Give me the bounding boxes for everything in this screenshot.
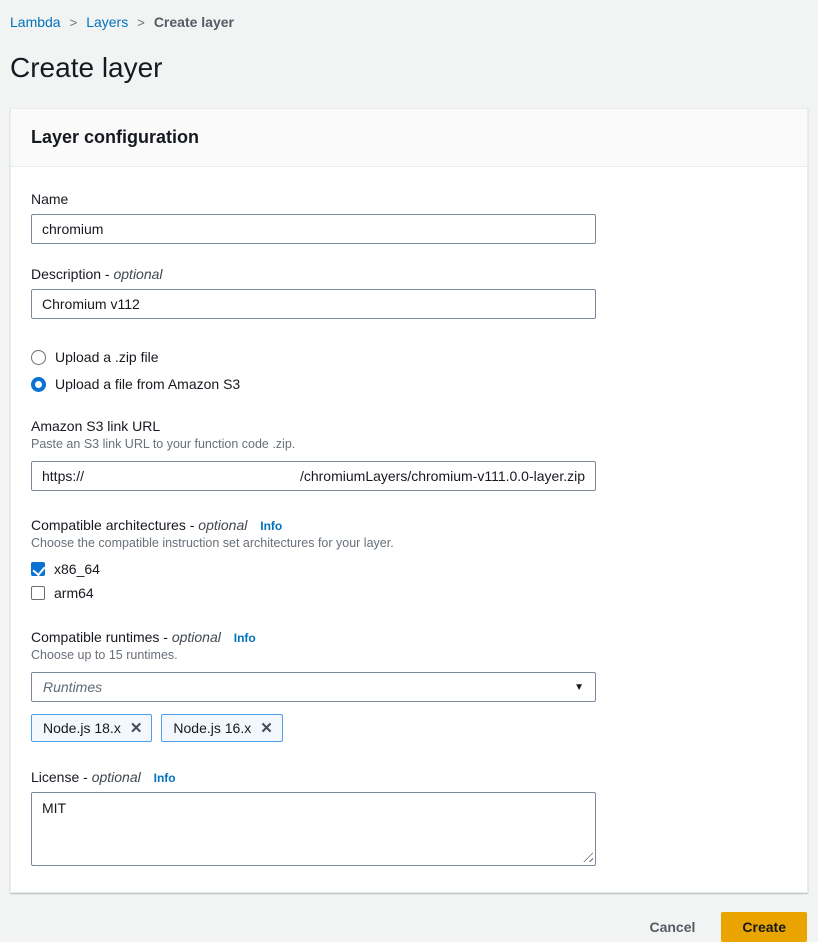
license-field-group: License - optional Info MIT bbox=[31, 769, 787, 866]
radio-upload-zip-label: Upload a .zip file bbox=[55, 349, 159, 365]
description-label: Description - optional bbox=[31, 266, 787, 282]
license-info-link[interactable]: Info bbox=[154, 771, 176, 785]
s3-url-label: Amazon S3 link URL bbox=[31, 418, 787, 434]
checkbox-x86_64[interactable]: x86_64 bbox=[31, 561, 787, 577]
radio-selected-icon[interactable] bbox=[31, 377, 46, 392]
runtimes-optional-text: optional bbox=[172, 629, 221, 645]
runtime-chip-nodejs-16: Node.js 16.x ✕ bbox=[161, 714, 282, 742]
dropdown-caret-icon: ▼ bbox=[574, 682, 584, 693]
runtimes-label: Compatible runtimes - optional Info bbox=[31, 629, 787, 645]
architectures-optional-text: optional bbox=[198, 517, 247, 533]
breadcrumb: Lambda > Layers > Create layer bbox=[0, 0, 818, 30]
upload-method-radio-group: Upload a .zip file Upload a file from Am… bbox=[31, 349, 787, 392]
radio-upload-zip[interactable]: Upload a .zip file bbox=[31, 349, 787, 365]
remove-runtime-icon[interactable]: ✕ bbox=[130, 721, 143, 736]
remove-runtime-icon[interactable]: ✕ bbox=[260, 721, 273, 736]
description-input[interactable] bbox=[31, 289, 596, 319]
architectures-label-text: Compatible architectures - bbox=[31, 517, 194, 533]
s3-url-value-suffix: /chromiumLayers/chromium-v111.0.0-layer.… bbox=[300, 468, 585, 484]
radio-unselected-icon[interactable] bbox=[31, 350, 46, 365]
layer-configuration-panel: Layer configuration Name Description - o… bbox=[10, 108, 808, 893]
runtime-chip-label: Node.js 16.x bbox=[173, 720, 251, 736]
s3-url-field-group: Amazon S3 link URL Paste an S3 link URL … bbox=[31, 418, 787, 491]
description-label-text: Description - bbox=[31, 266, 110, 282]
runtimes-select[interactable]: Runtimes ▼ bbox=[31, 672, 596, 702]
name-label: Name bbox=[31, 191, 787, 207]
checkbox-arm64-label: arm64 bbox=[54, 585, 94, 601]
architectures-info-link[interactable]: Info bbox=[260, 519, 282, 533]
checkbox-checked-icon[interactable] bbox=[31, 562, 45, 576]
resize-handle-icon[interactable] bbox=[583, 852, 593, 862]
cancel-button[interactable]: Cancel bbox=[649, 919, 695, 935]
panel-header: Layer configuration bbox=[11, 109, 807, 167]
runtime-chip-nodejs-18: Node.js 18.x ✕ bbox=[31, 714, 152, 742]
breadcrumb-chevron-icon: > bbox=[61, 15, 87, 30]
runtime-chip-label: Node.js 18.x bbox=[43, 720, 121, 736]
architectures-label: Compatible architectures - optional Info bbox=[31, 517, 787, 533]
form-actions: Cancel Create bbox=[0, 912, 807, 942]
runtimes-description: Choose up to 15 runtimes. bbox=[31, 648, 787, 662]
architectures-field-group: Compatible architectures - optional Info… bbox=[31, 517, 787, 601]
breadcrumb-layers-link[interactable]: Layers bbox=[86, 14, 128, 30]
name-field-group: Name bbox=[31, 191, 787, 244]
page-title: Create layer bbox=[10, 51, 818, 85]
license-label-text: License - bbox=[31, 769, 88, 785]
radio-upload-s3-label: Upload a file from Amazon S3 bbox=[55, 376, 240, 392]
checkbox-x86_64-label: x86_64 bbox=[54, 561, 100, 577]
s3-url-description: Paste an S3 link URL to your function co… bbox=[31, 437, 787, 451]
runtimes-select-placeholder: Runtimes bbox=[43, 679, 102, 695]
s3-url-value-prefix: https:// bbox=[42, 468, 84, 484]
name-input[interactable] bbox=[31, 214, 596, 244]
create-button[interactable]: Create bbox=[721, 912, 807, 942]
license-textarea[interactable]: MIT bbox=[31, 792, 596, 866]
panel-title: Layer configuration bbox=[31, 127, 199, 147]
checkbox-arm64[interactable]: arm64 bbox=[31, 585, 787, 601]
runtimes-label-text: Compatible runtimes - bbox=[31, 629, 168, 645]
license-textarea-wrap: MIT bbox=[31, 792, 596, 866]
runtimes-field-group: Compatible runtimes - optional Info Choo… bbox=[31, 629, 787, 742]
description-field-group: Description - optional bbox=[31, 266, 787, 319]
architectures-description: Choose the compatible instruction set ar… bbox=[31, 536, 787, 550]
breadcrumb-current-page: Create layer bbox=[154, 14, 234, 30]
breadcrumb-chevron-icon: > bbox=[128, 15, 154, 30]
panel-body: Name Description - optional Upload a .zi… bbox=[11, 167, 807, 892]
checkbox-unchecked-icon[interactable] bbox=[31, 586, 45, 600]
selected-runtimes-list: Node.js 18.x ✕ Node.js 16.x ✕ bbox=[31, 714, 787, 742]
radio-upload-s3[interactable]: Upload a file from Amazon S3 bbox=[31, 376, 787, 392]
license-label: License - optional Info bbox=[31, 769, 787, 785]
description-optional-text: optional bbox=[113, 266, 162, 282]
breadcrumb-lambda-link[interactable]: Lambda bbox=[10, 14, 61, 30]
s3-url-input[interactable]: https:// /chromiumLayers/chromium-v111.0… bbox=[31, 461, 596, 491]
license-optional-text: optional bbox=[92, 769, 141, 785]
runtimes-info-link[interactable]: Info bbox=[234, 631, 256, 645]
